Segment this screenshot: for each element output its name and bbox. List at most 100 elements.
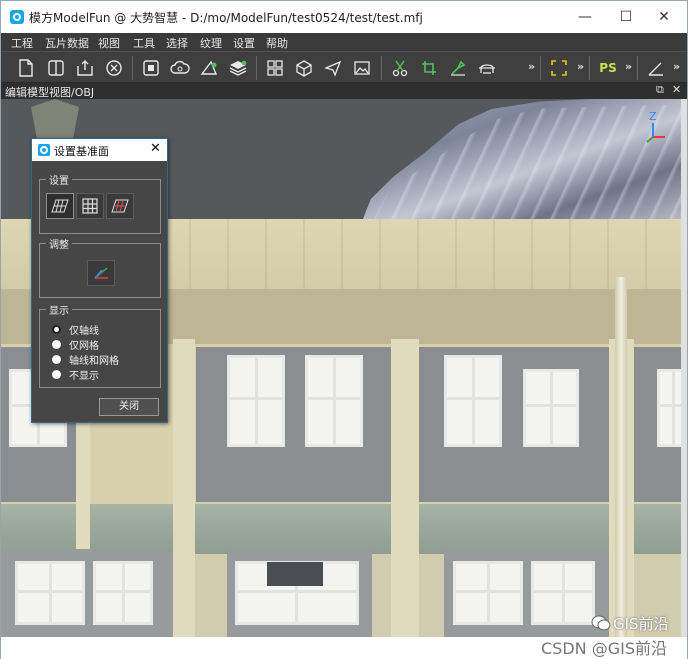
measure-angle-icon[interactable]: [645, 57, 667, 79]
image-icon[interactable]: [351, 57, 373, 79]
restore-view-button[interactable]: ⧉: [656, 83, 664, 97]
dialog-title: 设置基准面: [54, 145, 109, 158]
dialog-title-bar[interactable]: 设置基准面 ✕: [32, 139, 167, 161]
scissors-icon[interactable]: [389, 57, 411, 79]
menu-project[interactable]: 工程: [11, 35, 33, 51]
adjust-axis-icon: [94, 267, 108, 279]
settings-group-label: 设置: [46, 172, 72, 187]
menu-help[interactable]: 帮助: [266, 35, 288, 51]
photoshop-button[interactable]: PS: [597, 57, 619, 79]
toolbar-overflow-button[interactable]: »: [625, 60, 632, 73]
window: [453, 561, 523, 625]
grid-plane-icon: [82, 198, 98, 214]
selection-frame-icon[interactable]: [548, 57, 570, 79]
window-title: 模方ModelFun @ 大势智慧 - D:/mo/ModelFun/test0…: [29, 11, 423, 25]
close-dialog-button[interactable]: 关闭: [99, 398, 159, 416]
split-view-icon[interactable]: [45, 57, 67, 79]
toolbar-separator: [589, 56, 590, 80]
drain-pipe: [615, 277, 627, 637]
plane-icon[interactable]: [322, 57, 344, 79]
wechat-icon: [591, 615, 611, 631]
app-window: 模方ModelFun @ 大势智慧 - D:/mo/ModelFun/test0…: [0, 0, 688, 659]
toolbar-separator: [256, 56, 257, 80]
menu-tile-data[interactable]: 瓦片数据: [45, 35, 89, 51]
shape-icon[interactable]: [198, 57, 220, 79]
adjust-axis-button[interactable]: [87, 260, 115, 286]
dark-window-pane: [267, 562, 323, 586]
display-group-label: 显示: [46, 302, 72, 317]
option-axis-only[interactable]: 仅轴线: [52, 322, 99, 337]
facade-column: [173, 339, 195, 637]
grid-plane-button[interactable]: [76, 193, 104, 219]
toolbar-separator: [637, 56, 638, 80]
option-grid-only-label: 仅网格: [69, 340, 99, 352]
menu-select[interactable]: 选择: [166, 35, 188, 51]
option-hide-label: 不显示: [69, 370, 99, 382]
crop-icon[interactable]: [418, 57, 440, 79]
facade-column: [391, 339, 419, 637]
layers-icon[interactable]: [227, 57, 249, 79]
settings-group: 设置: [39, 172, 161, 234]
option-axis-only-label: 仅轴线: [69, 325, 99, 337]
viewport-scrollbar[interactable]: [681, 99, 687, 637]
main-toolbar: » » PS » »: [1, 51, 687, 83]
view-tab-title: 编辑模型视图/OBJ: [5, 86, 95, 99]
grid-view-icon[interactable]: [264, 57, 286, 79]
option-axis-and-grid-label: 轴线和网格: [69, 355, 119, 367]
radio-unchecked-icon[interactable]: [52, 339, 61, 349]
menu-settings[interactable]: 设置: [233, 35, 255, 51]
window: [93, 561, 153, 625]
cube-icon[interactable]: [293, 57, 315, 79]
axis-z-label: Z: [649, 110, 657, 123]
minimize-button[interactable]: —: [575, 7, 595, 27]
close-circle-icon[interactable]: [103, 57, 125, 79]
custom-plane-icon: [111, 199, 129, 213]
new-file-icon[interactable]: [15, 57, 37, 79]
custom-plane-button[interactable]: [106, 193, 134, 219]
option-axis-and-grid[interactable]: 轴线和网格: [52, 352, 119, 367]
radio-unchecked-icon[interactable]: [52, 369, 61, 379]
close-view-button[interactable]: ✕: [672, 83, 681, 96]
app-logo-icon: [10, 10, 24, 24]
watermark-top: GIS前沿: [613, 615, 669, 633]
option-grid-only[interactable]: 仅网格: [52, 337, 99, 352]
toolbar-separator: [132, 56, 133, 80]
display-group: 显示 仅轴线 仅网格 轴线和网格 不显示: [39, 302, 161, 388]
dialog-close-icon[interactable]: ✕: [150, 141, 161, 156]
dialog-logo-icon: [38, 144, 50, 156]
menu-view[interactable]: 视图: [98, 35, 120, 51]
export-icon[interactable]: [74, 57, 96, 79]
window: [444, 355, 502, 447]
toolbar-overflow-button[interactable]: »: [577, 60, 584, 73]
adjust-group: 调整: [39, 236, 161, 298]
view-tab-header: 编辑模型视图/OBJ ⧉ ✕: [1, 83, 687, 99]
axis-gizmo-icon: Z: [646, 110, 665, 143]
window: [305, 355, 363, 447]
bridge-icon[interactable]: [476, 57, 498, 79]
option-hide[interactable]: 不显示: [52, 367, 99, 382]
toolbar-separator: [540, 56, 541, 80]
axis-plane-button[interactable]: [46, 193, 74, 219]
facade-green-band: [1, 504, 687, 554]
maximize-button[interactable]: ☐: [616, 7, 636, 27]
set-reference-plane-dialog: 设置基准面 ✕ 设置 调整 显示 仅轴线 仅网格 轴线和网格 不显示 关闭: [31, 138, 168, 423]
radio-checked-icon[interactable]: [52, 324, 61, 334]
adjust-group-label: 调整: [46, 236, 72, 251]
window: [531, 561, 595, 625]
axis-plane-icon: [51, 199, 69, 213]
repair-icon[interactable]: [447, 57, 469, 79]
menu-bar: 工程 瓦片数据 视图 工具 选择 纹理 设置 帮助: [1, 33, 687, 51]
toolbar-overflow-button[interactable]: »: [673, 60, 680, 73]
cloud-icon[interactable]: [169, 57, 191, 79]
radio-unchecked-icon[interactable]: [52, 354, 61, 364]
ps-label: PS: [599, 61, 617, 75]
menu-texture[interactable]: 纹理: [200, 35, 222, 51]
watermark-bottom: CSDN @GIS前沿: [541, 639, 667, 658]
menu-tools[interactable]: 工具: [133, 35, 155, 51]
title-bar: 模方ModelFun @ 大势智慧 - D:/mo/ModelFun/test0…: [1, 1, 687, 32]
toolbar-overflow-button[interactable]: »: [528, 60, 535, 73]
close-window-button[interactable]: ✕: [654, 7, 674, 27]
stop-icon[interactable]: [140, 57, 162, 79]
window: [523, 369, 579, 447]
window: [15, 561, 85, 625]
